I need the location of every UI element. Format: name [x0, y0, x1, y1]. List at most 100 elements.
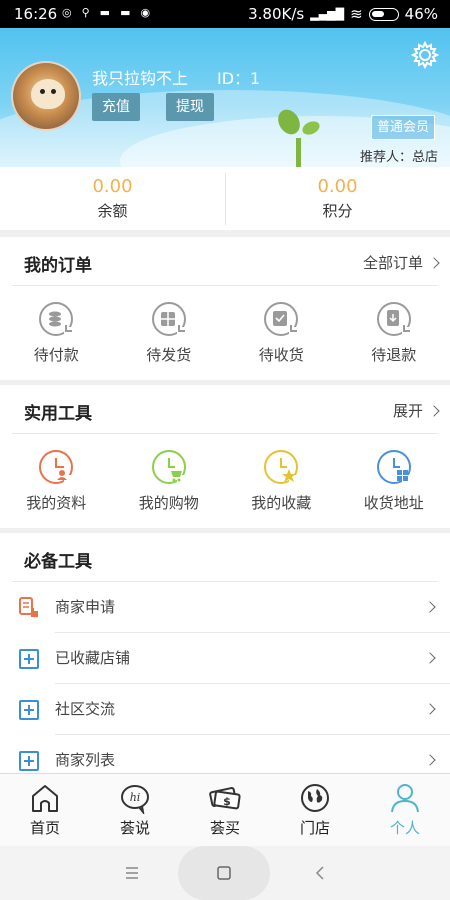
saved-shop-icon: [19, 649, 39, 669]
tab-talk[interactable]: hi 荟说: [90, 774, 180, 846]
essentials-section: 必备工具 商家申请 已收藏店铺 社区交流 商家列表: [0, 533, 450, 773]
all-orders-link[interactable]: 全部订单: [362, 252, 440, 273]
tool-my-profile[interactable]: 我的资料: [0, 434, 113, 531]
status-time: 16:26: [14, 5, 58, 23]
status-bar: 16:26 ◎ ⚲ ▬ ▬ ◉ 3.80K/s ▂▄▆█ ≋ 46%: [0, 0, 450, 28]
balance-column[interactable]: 0.00 余额: [0, 167, 225, 230]
star-icon: [264, 450, 300, 485]
order-pending-payment[interactable]: 待付款: [0, 286, 113, 383]
list-item-merchant-list[interactable]: 商家列表: [0, 735, 450, 773]
tool-label: 我的资料: [26, 494, 87, 512]
user-id: ID：1: [217, 69, 261, 88]
battery-icon: [368, 7, 399, 21]
order-label: 待收货: [258, 346, 304, 364]
chevron-right-icon: [428, 257, 440, 269]
tool-my-shopping[interactable]: 我的购物: [113, 434, 226, 531]
tools-header: 实用工具 展开: [12, 385, 440, 434]
tab-label: 门店: [299, 819, 330, 837]
list-item-community[interactable]: 社区交流: [0, 684, 450, 735]
tool-label: 我的收藏: [251, 494, 312, 512]
referrer-text: 推荐人：总店: [360, 150, 439, 165]
balance-panel: 0.00 余额 0.00 积分: [0, 167, 450, 230]
avatar[interactable]: [11, 61, 81, 131]
system-nav-bar: [0, 846, 450, 900]
message-icon: ▬: [99, 6, 111, 19]
orders-grid: 待付款 待发货 待收货 待退款: [0, 286, 450, 383]
withdraw-button[interactable]: 提现: [166, 93, 214, 121]
tab-home[interactable]: 首页: [0, 774, 90, 846]
merchant-list-icon: [19, 751, 39, 771]
member-level-badge: 普通会员: [371, 115, 436, 140]
tools-section: 实用工具 展开 我的资料 我的购物 我的收藏 收货地址: [0, 385, 450, 528]
home-icon: [32, 785, 58, 812]
tool-my-favorites[interactable]: 我的收藏: [225, 434, 338, 531]
merchant-list-label: 商家列表: [55, 751, 116, 769]
chevron-right-icon: [428, 405, 440, 417]
network-speed: 3.80K/s: [248, 5, 305, 23]
tab-label: 荟买: [209, 819, 240, 837]
orders-section: 我的订单 全部订单 待付款 待发货 待收货 待退款: [0, 237, 450, 380]
svg-text:hi: hi: [130, 791, 141, 804]
tools-title: 实用工具: [24, 404, 92, 424]
recharge-button[interactable]: 充值: [92, 93, 140, 121]
back-icon[interactable]: [313, 865, 327, 881]
chat-icon: hi: [121, 785, 149, 814]
home-square-icon: [217, 866, 231, 880]
home-button[interactable]: [178, 846, 270, 900]
tab-label: 荟说: [119, 819, 150, 837]
eye-notification-icon: ◉: [140, 6, 151, 19]
tab-label: 首页: [29, 819, 60, 837]
menu-icon[interactable]: [124, 865, 140, 881]
bottom-tab-bar: 首页 hi 荟说 $ 荟买 门店 个人: [0, 773, 450, 846]
order-label: 待付款: [33, 346, 79, 364]
notification-icons: ◎ ⚲ ▬ ▬ ◉: [62, 6, 150, 19]
profile-page: 16:26 ◎ ⚲ ▬ ▬ ◉ 3.80K/s ▂▄▆█ ≋ 46% 我只拉钩不…: [0, 0, 450, 900]
cart-icon: [151, 450, 187, 485]
avatar-face: [31, 79, 65, 109]
points-label: 积分: [322, 202, 353, 220]
avatar-eye: [51, 89, 56, 94]
tab-buy[interactable]: $ 荟买: [180, 774, 270, 846]
tool-label: 收货地址: [363, 494, 424, 512]
tool-shipping-address[interactable]: 收货地址: [338, 434, 450, 531]
order-pending-receipt[interactable]: 待收货: [225, 286, 338, 383]
tab-store[interactable]: 门店: [270, 774, 360, 846]
all-orders-label: 全部订单: [362, 254, 423, 272]
merchant-apply-label: 商家申请: [55, 598, 116, 616]
box-icon: [151, 302, 187, 337]
community-label: 社区交流: [55, 700, 116, 718]
refund-icon: [376, 302, 412, 337]
money-icon: $: [209, 787, 241, 810]
wifi-icon: ≋: [350, 5, 363, 23]
globe-icon: [301, 784, 329, 812]
tab-label: 个人: [389, 819, 420, 837]
location-icon: ⚲: [81, 6, 90, 19]
list-item-label: 商家列表: [55, 735, 450, 773]
list-item-saved-shops[interactable]: 已收藏店铺: [0, 633, 450, 684]
list-item-label: 社区交流: [55, 684, 450, 735]
app-notification-icon: ◎: [62, 6, 72, 19]
orders-title: 我的订单: [24, 256, 92, 276]
order-pending-shipment[interactable]: 待发货: [113, 286, 226, 383]
tools-grid: 我的资料 我的购物 我的收藏 收货地址: [0, 434, 450, 531]
list-item-label: 商家申请: [55, 582, 450, 633]
check-box-icon: [264, 302, 300, 337]
points-value: 0.00: [317, 176, 358, 197]
balance-label: 余额: [97, 202, 128, 220]
orders-header: 我的订单 全部订单: [12, 237, 440, 286]
balance-value: 0.00: [92, 176, 133, 197]
tab-profile[interactable]: 个人: [360, 774, 450, 846]
community-icon: [19, 700, 39, 720]
order-pending-refund[interactable]: 待退款: [338, 286, 450, 383]
merchant-apply-icon: [19, 597, 38, 617]
list-item-label: 已收藏店铺: [55, 633, 450, 684]
sprout-decoration-icon: [278, 109, 320, 167]
svg-text:$: $: [223, 795, 231, 808]
points-column[interactable]: 0.00 积分: [225, 167, 450, 230]
list-item-merchant-apply[interactable]: 商家申请: [0, 582, 450, 633]
essentials-title: 必备工具: [24, 552, 92, 572]
settings-gear-icon[interactable]: [411, 41, 439, 69]
avatar-eye: [40, 89, 45, 94]
expand-tools-link[interactable]: 展开: [393, 400, 440, 421]
coins-icon: [39, 302, 75, 337]
